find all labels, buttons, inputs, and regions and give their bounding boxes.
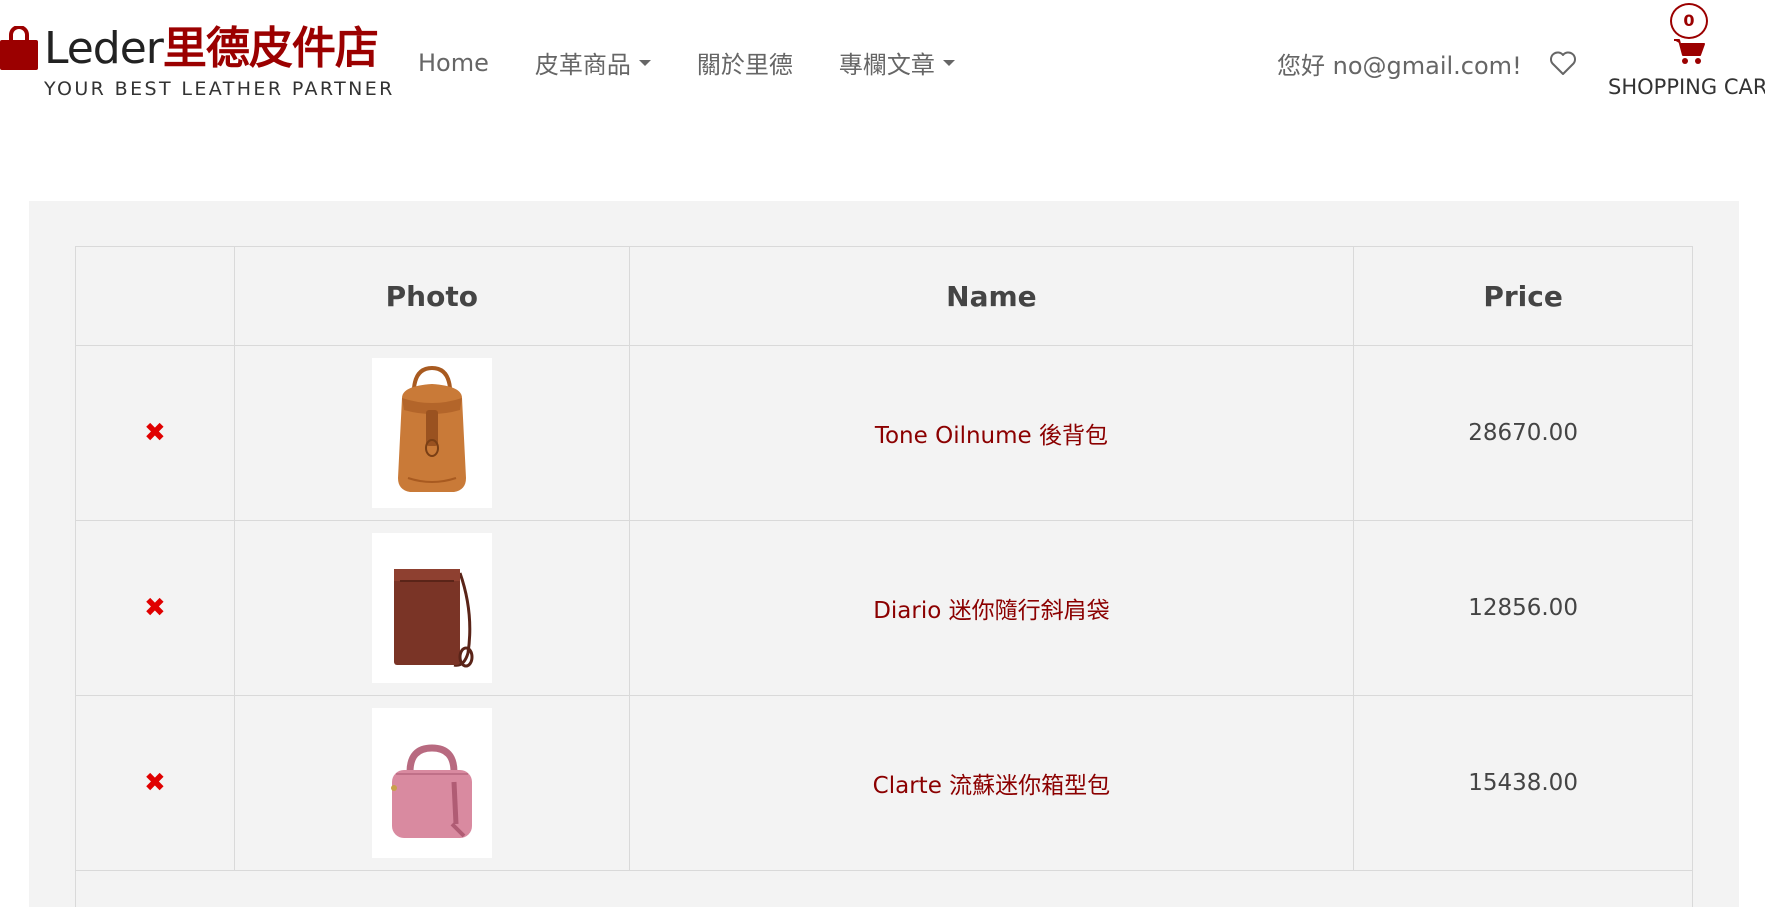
main-nav: Home 皮革商品 關於里德 專欄文章	[418, 45, 955, 80]
table-row: ✖ Diario 迷你隨行斜肩袋 12856.00	[75, 520, 1693, 696]
remove-item-icon[interactable]: ✖	[144, 418, 166, 448]
nav-products-dropdown[interactable]: 皮革商品	[535, 45, 651, 80]
product-price: 12856.00	[1468, 595, 1578, 621]
remove-cell: ✖	[75, 345, 235, 521]
cart-label: SHOPPING CART	[1608, 75, 1765, 99]
backpack-icon	[397, 365, 466, 492]
table-header-row: Photo Name Price	[75, 246, 1693, 346]
brand-name: Leder里德皮件店	[44, 22, 379, 76]
product-price: 15438.00	[1468, 770, 1578, 796]
product-photo[interactable]	[371, 708, 492, 858]
box-bag-icon	[390, 744, 472, 838]
brand-logo[interactable]: Leder里德皮件店 YOUR BEST LEATHER PARTNER	[0, 22, 392, 102]
brand-name-zh: 里德皮件店	[162, 23, 379, 74]
cart-table: Photo Name Price ✖ Tone Oilnume 後背包 2867…	[75, 246, 1693, 907]
header-name: Name	[628, 246, 1355, 346]
brand-slogan: YOUR BEST LEATHER PARTNER	[44, 78, 395, 100]
header-remove	[75, 246, 235, 346]
nav-about[interactable]: 關於里德	[697, 45, 793, 80]
crossbody-bag-icon	[393, 569, 474, 668]
user-greeting[interactable]: 您好 no@gmail.com!	[1277, 46, 1522, 81]
product-name-link[interactable]: Clarte 流蘇迷你箱型包	[873, 773, 1110, 799]
table-row: ✖ Tone Oilnume 後背包 28670.00	[75, 345, 1693, 521]
price-cell: 12856.00	[1353, 520, 1693, 696]
nav-articles-dropdown[interactable]: 專欄文章	[839, 45, 955, 80]
brand-name-en: Leder	[44, 23, 164, 74]
name-cell: Diario 迷你隨行斜肩袋	[628, 520, 1355, 696]
product-name-link[interactable]: Tone Oilnume 後背包	[875, 423, 1108, 449]
nav-about-label: 關於里德	[696, 51, 793, 79]
table-footer-row	[75, 870, 1693, 907]
site-header: Leder里德皮件店 YOUR BEST LEATHER PARTNER Hom…	[0, 0, 1765, 120]
product-photo[interactable]	[371, 358, 492, 508]
shopping-cart-button[interactable]: 0 SHOPPING CART	[1604, 0, 1765, 105]
price-cell: 28670.00	[1353, 345, 1693, 521]
nav-home-label: Home	[418, 48, 489, 77]
photo-cell	[233, 695, 630, 871]
photo-cell	[233, 345, 630, 521]
name-cell: Tone Oilnume 後背包	[628, 345, 1355, 521]
cart-panel: Photo Name Price ✖ Tone Oilnume 後背包 2867…	[29, 201, 1739, 907]
cart-count-badge: 0	[1670, 3, 1708, 39]
product-name-link[interactable]: Diario 迷你隨行斜肩袋	[873, 598, 1109, 624]
name-cell: Clarte 流蘇迷你箱型包	[628, 695, 1355, 871]
nav-articles-label: 專欄文章	[838, 51, 935, 79]
nav-home[interactable]: Home	[418, 45, 489, 80]
product-photo[interactable]	[371, 533, 492, 683]
price-cell: 15438.00	[1353, 695, 1693, 871]
photo-cell	[233, 520, 630, 696]
table-row: ✖ Clarte 流蘇迷你箱型包 15438.00	[75, 695, 1693, 871]
heart-icon[interactable]	[1549, 50, 1577, 76]
remove-item-icon[interactable]: ✖	[144, 768, 166, 798]
remove-cell: ✖	[75, 695, 235, 871]
nav-products-label: 皮革商品	[534, 51, 631, 79]
table-footer-cell	[75, 870, 1693, 907]
cart-icon	[1674, 39, 1705, 64]
caret-down-icon	[942, 59, 955, 66]
header-photo: Photo	[233, 246, 630, 346]
remove-item-icon[interactable]: ✖	[144, 593, 166, 623]
header-price: Price	[1353, 246, 1693, 346]
caret-down-icon	[638, 59, 651, 66]
product-price: 28670.00	[1468, 420, 1578, 446]
shopping-bag-icon	[0, 26, 38, 70]
remove-cell: ✖	[75, 520, 235, 696]
